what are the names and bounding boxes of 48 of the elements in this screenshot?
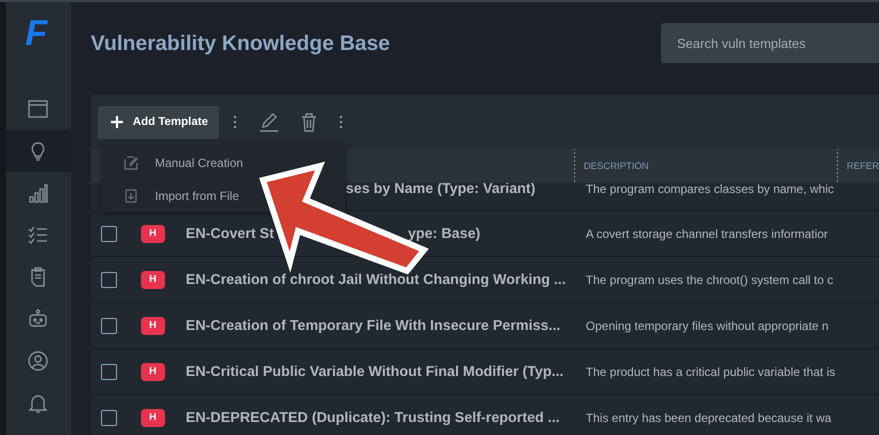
menu-item-label: Import from File: [155, 188, 240, 202]
bar-chart-icon: [30, 184, 48, 203]
severity-badge: H: [140, 224, 165, 242]
trash-icon[interactable]: [300, 112, 317, 132]
description-cell-text: This entry has been deprecated because it wa: [586, 410, 832, 424]
severity-badge: H: [140, 408, 165, 426]
robot-icon: [30, 309, 47, 327]
template-name[interactable]: EN-Creation of Temporary File With Insecure Permiss...: [186, 318, 560, 334]
severity-badge: H: [140, 316, 165, 334]
page-title: Vulnerability Knowledge Base: [90, 32, 390, 56]
description-cell-text: Opening temporary files without appropriate n: [586, 318, 830, 332]
row-checkbox[interactable]: [100, 226, 117, 242]
template-name[interactable]: ype: Base): [408, 226, 480, 242]
description-cell-text: The program uses the chroot() system call to c: [586, 272, 834, 286]
template-name[interactable]: EN-Covert St: [186, 226, 274, 242]
search-field[interactable]: Search vuln templates: [661, 23, 879, 63]
edit-document-icon: [124, 156, 138, 170]
checklist-icon: [28, 226, 48, 244]
description-cell-text: The program compares classes by name, whic: [586, 183, 835, 196]
clipboard-icon: [32, 267, 45, 287]
row-checkbox[interactable]: [100, 318, 117, 334]
template-name[interactable]: EN-Critical Public Variable Without Final Modifier (Typ...: [186, 364, 564, 380]
severity-badge: H: [140, 362, 165, 380]
lightbulb-icon: [32, 142, 45, 161]
row-checkbox[interactable]: [100, 364, 117, 380]
description-cell-text: The product has a critical public variable that is: [586, 364, 836, 378]
template-name[interactable]: EN-DEPRECATED (Duplicate): Trusting Self-reported ...: [186, 410, 560, 426]
more-icon[interactable]: [338, 115, 343, 129]
add-template-button[interactable]: Add Template: [98, 106, 219, 138]
severity-badge: H: [140, 270, 165, 288]
nav-item[interactable]: [6, 130, 71, 172]
row-checkbox[interactable]: [100, 410, 117, 426]
bell-icon: [30, 395, 47, 413]
column-header[interactable]: REFER: [836, 149, 879, 183]
user-icon: [28, 351, 48, 371]
template-name[interactable]: EN-Creation of chroot Jail Without Changing Working ...: [186, 272, 566, 288]
plus-icon: [110, 115, 124, 129]
file-download-icon: [124, 188, 138, 202]
logo: F: [24, 11, 49, 55]
description-cell-text: A covert storage channel transfers informatior: [586, 226, 829, 240]
row-checkbox[interactable]: [100, 272, 117, 288]
menu-item[interactable]: Manual Creation: [102, 146, 345, 179]
pencil-icon[interactable]: [258, 112, 279, 132]
template-name[interactable]: ses by Name (Type: Variant): [346, 183, 586, 196]
menu-item[interactable]: Import from File: [102, 179, 345, 212]
menu-item-label: Manual Creation: [155, 156, 244, 170]
more-icon[interactable]: [232, 115, 237, 129]
window-icon: [28, 100, 48, 118]
